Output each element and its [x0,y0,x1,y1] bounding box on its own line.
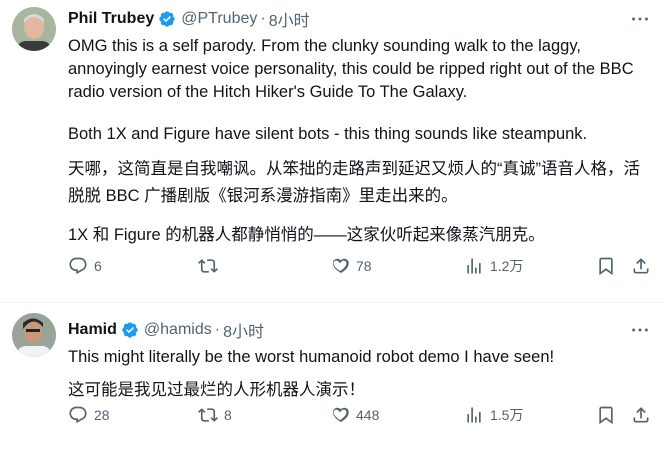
share-button[interactable] [631,405,657,425]
tweet-header: Hamid @hamids · 8小时 [68,319,649,341]
tweet-paragraph: OMG this is a self parody. From the clun… [68,37,634,101]
bookmark-button[interactable] [596,256,622,276]
views-button[interactable]: 1.2万 [464,256,523,276]
retweet-button[interactable] [198,256,224,276]
share-icon [633,258,649,274]
tweet[interactable]: Phil Trubey @PTrubey · 8小时 OMG this is a… [0,0,665,303]
tweet-paragraph: 1X 和 Figure 的机器人都静悄悄的——这家伙听起来像蒸汽朋克。 [68,226,545,244]
views-button[interactable]: 1.5万 [464,405,523,425]
tweet-text: This might literally be the worst humano… [68,346,649,402]
retweet-icon [198,408,218,422]
bookmark-icon [599,406,613,425]
reply-icon [69,257,87,275]
like-count: 448 [356,407,380,423]
views-count: 1.2万 [490,258,524,274]
retweet-button[interactable]: 8 [198,405,232,425]
tweet-header: Phil Trubey @PTrubey · 8小时 [68,8,649,30]
avatar[interactable] [12,7,56,51]
timestamp[interactable]: 8小时 [269,7,310,31]
verified-badge-icon [158,10,176,28]
tweet-paragraph: 这可能是我见过最烂的人形机器人演示！ [68,381,365,399]
like-button[interactable]: 448 [330,405,379,425]
more-icon[interactable] [629,8,651,30]
reply-count: 6 [94,258,102,274]
separator-dot: · [214,321,221,338]
like-icon [332,407,349,423]
reply-button[interactable]: 6 [68,256,102,276]
tweet[interactable]: Hamid @hamids · 8小时 This might literally… [0,303,665,449]
reply-icon [69,406,87,424]
retweet-count: 8 [224,407,232,423]
like-icon [332,258,349,274]
views-count: 1.5万 [490,407,524,423]
reply-button[interactable]: 28 [68,405,110,425]
verified-badge-icon [121,321,139,339]
share-button[interactable] [631,256,657,276]
more-icon[interactable] [629,319,651,341]
avatar[interactable] [12,313,56,357]
bookmark-button[interactable] [596,405,622,425]
bookmark-icon [599,257,613,276]
separator-dot: · [260,10,266,27]
tweet-paragraph: 天哪，这简直是自我嘲讽。从笨拙的走路声到延迟又烦人的“真诚”语音人格，活脱脱 B… [68,160,640,205]
reply-count: 28 [94,407,110,423]
like-button[interactable]: 78 [330,256,372,276]
tweet-paragraph: This might literally be the worst humano… [68,348,555,366]
retweet-icon [198,259,218,273]
timestamp[interactable]: 8小时 [223,318,264,342]
display-name[interactable]: Hamid [68,321,117,339]
views-icon [467,258,481,274]
like-count: 78 [356,258,372,274]
views-icon [467,407,481,423]
share-icon [633,407,649,423]
tweet-text: OMG this is a self parody. From the clun… [68,35,649,247]
handle[interactable]: @hamids [144,321,212,339]
handle[interactable]: @PTrubey [181,10,257,28]
tweet-paragraph: Both 1X and Figure have silent bots - th… [68,125,588,143]
display-name[interactable]: Phil Trubey [68,10,154,28]
